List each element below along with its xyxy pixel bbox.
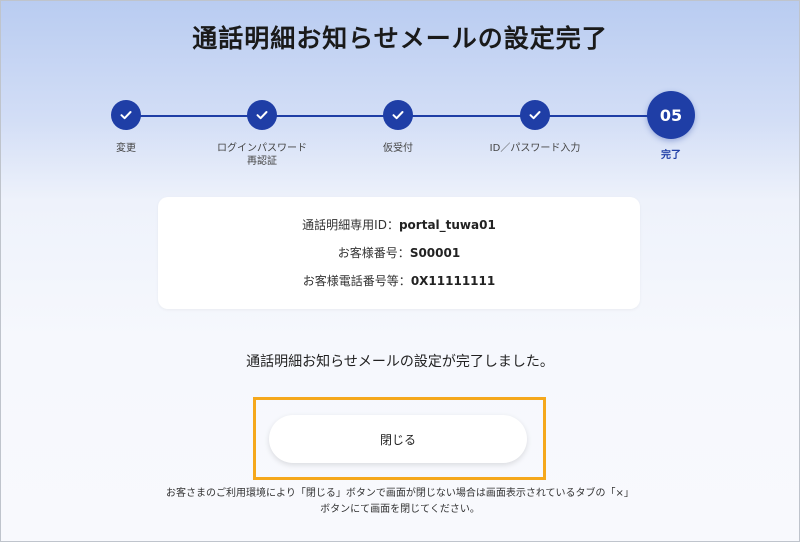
step-5-number: 05: [647, 91, 695, 139]
info-value: S00001: [409, 246, 461, 260]
page-title: 通話明細お知らせメールの設定完了: [192, 24, 608, 53]
step-3-label: 仮受付: [383, 143, 413, 154]
info-separator: ：: [386, 218, 399, 232]
info-label: 通話明細専用ID: [302, 218, 387, 232]
step-3: 仮受付: [338, 100, 458, 155]
close-note-line-2: ボタンにて画面を閉じてください。: [320, 504, 480, 515]
info-row-id: 通話明細専用ID ： portal_tuwa01: [158, 217, 640, 245]
info-separator: ：: [397, 246, 410, 260]
info-row-customer-number: お客様番号 ： S00001: [158, 245, 640, 273]
step-4-label: ID／パスワード入力: [489, 143, 581, 154]
progress-stepper: 変更 ログインパスワード 再認証 仮受付 ID／パスワード入力 05 完了: [1, 91, 799, 181]
info-label: お客様電話番号等: [302, 274, 399, 288]
step-4: ID／パスワード入力: [475, 100, 595, 155]
step-5-current: 05 完了: [611, 91, 731, 162]
step-1-check-icon: [111, 100, 141, 130]
close-note: お客さまのご利用環境により「閉じる」ボタンで画面が閉じない場合は画面表示されてい…: [1, 486, 799, 518]
info-row-phone-number: お客様電話番号等 ： 0X11111111: [158, 273, 640, 301]
info-separator: ：: [398, 274, 411, 288]
step-2-label: ログインパスワード 再認証: [217, 143, 307, 167]
close-note-line-1: お客さまのご利用環境により「閉じる」ボタンで画面が閉じない場合は画面表示されてい…: [166, 488, 634, 499]
account-info-card: 通話明細専用ID ： portal_tuwa01 お客様番号 ： S00001 …: [158, 197, 640, 309]
info-value: portal_tuwa01: [398, 218, 496, 232]
step-2: ログインパスワード 再認証: [202, 100, 322, 168]
step-4-check-icon: [520, 100, 550, 130]
info-label: お客様番号: [337, 246, 398, 260]
step-2-check-icon: [247, 100, 277, 130]
info-value: 0X11111111: [410, 274, 496, 288]
step-1-label: 変更: [116, 143, 136, 154]
completion-page: 通話明細お知らせメールの設定完了 変更 ログインパスワード 再認証 仮受付 ID…: [0, 0, 800, 542]
completion-message: 通話明細お知らせメールの設定が完了しました。: [246, 354, 554, 370]
step-1: 変更: [66, 100, 186, 155]
close-button[interactable]: 閉じる: [269, 415, 527, 463]
step-3-check-icon: [383, 100, 413, 130]
step-5-label: 完了: [661, 150, 681, 161]
